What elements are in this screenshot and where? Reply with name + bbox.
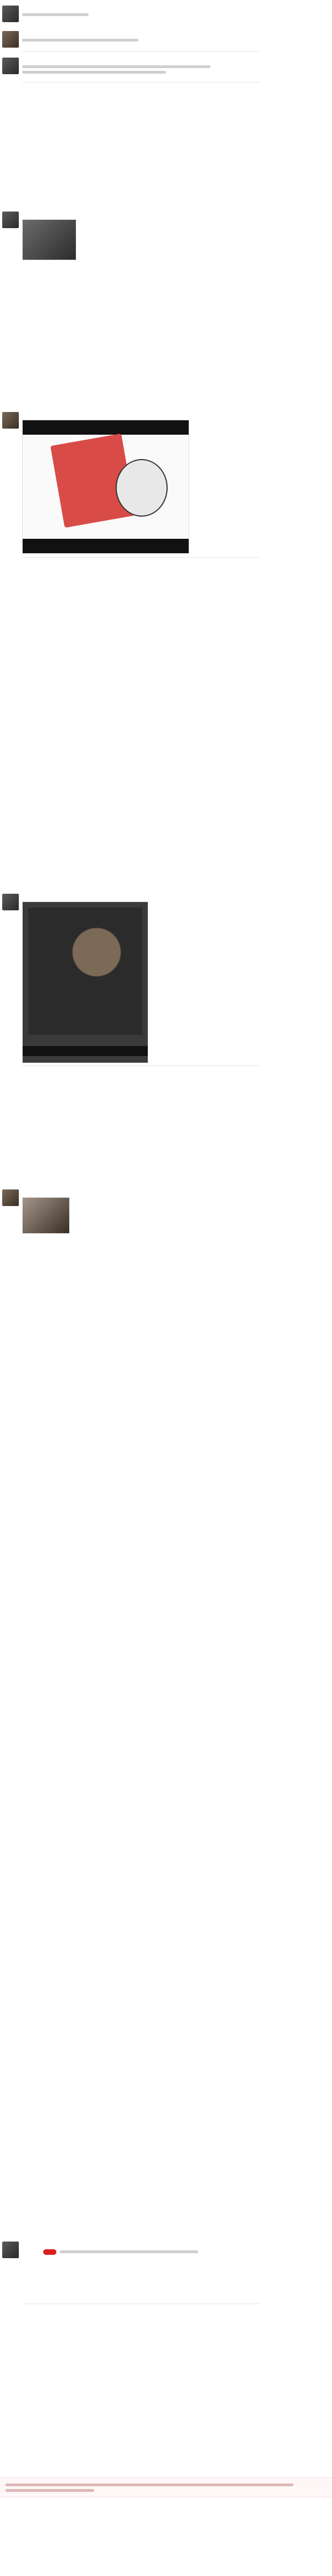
message-text-placeholder (22, 71, 166, 74)
meme-image[interactable] (22, 901, 148, 1063)
message-text-placeholder (60, 2250, 198, 2253)
message-text-placeholder (22, 13, 89, 16)
message-text-placeholder (22, 65, 210, 68)
footer-notice (0, 2477, 332, 2497)
divider (22, 1065, 260, 1066)
meme-image[interactable] (22, 420, 189, 554)
avatar (2, 412, 19, 429)
avatar (2, 58, 19, 74)
image-thumbnail[interactable] (22, 219, 76, 260)
footer-notice-line (6, 2489, 94, 2492)
footer-notice-line (6, 2484, 293, 2486)
divider (22, 557, 260, 558)
message-text-placeholder (22, 39, 138, 42)
avatar (2, 894, 19, 910)
avatar (2, 2242, 19, 2258)
avatar (2, 6, 19, 22)
meme-bottom-banner (23, 539, 189, 553)
face-shape (116, 459, 168, 517)
meme-caption-band (23, 1046, 148, 1056)
chat-export-page (0, 0, 332, 2576)
meme-scene (28, 908, 142, 1035)
avatar (2, 212, 19, 228)
divider (22, 82, 260, 83)
avatar (2, 1189, 19, 1206)
avatar (2, 31, 19, 48)
image-thumbnail[interactable] (22, 1197, 70, 1234)
redaction-mark (43, 2249, 56, 2255)
meme-top-banner (23, 420, 189, 435)
